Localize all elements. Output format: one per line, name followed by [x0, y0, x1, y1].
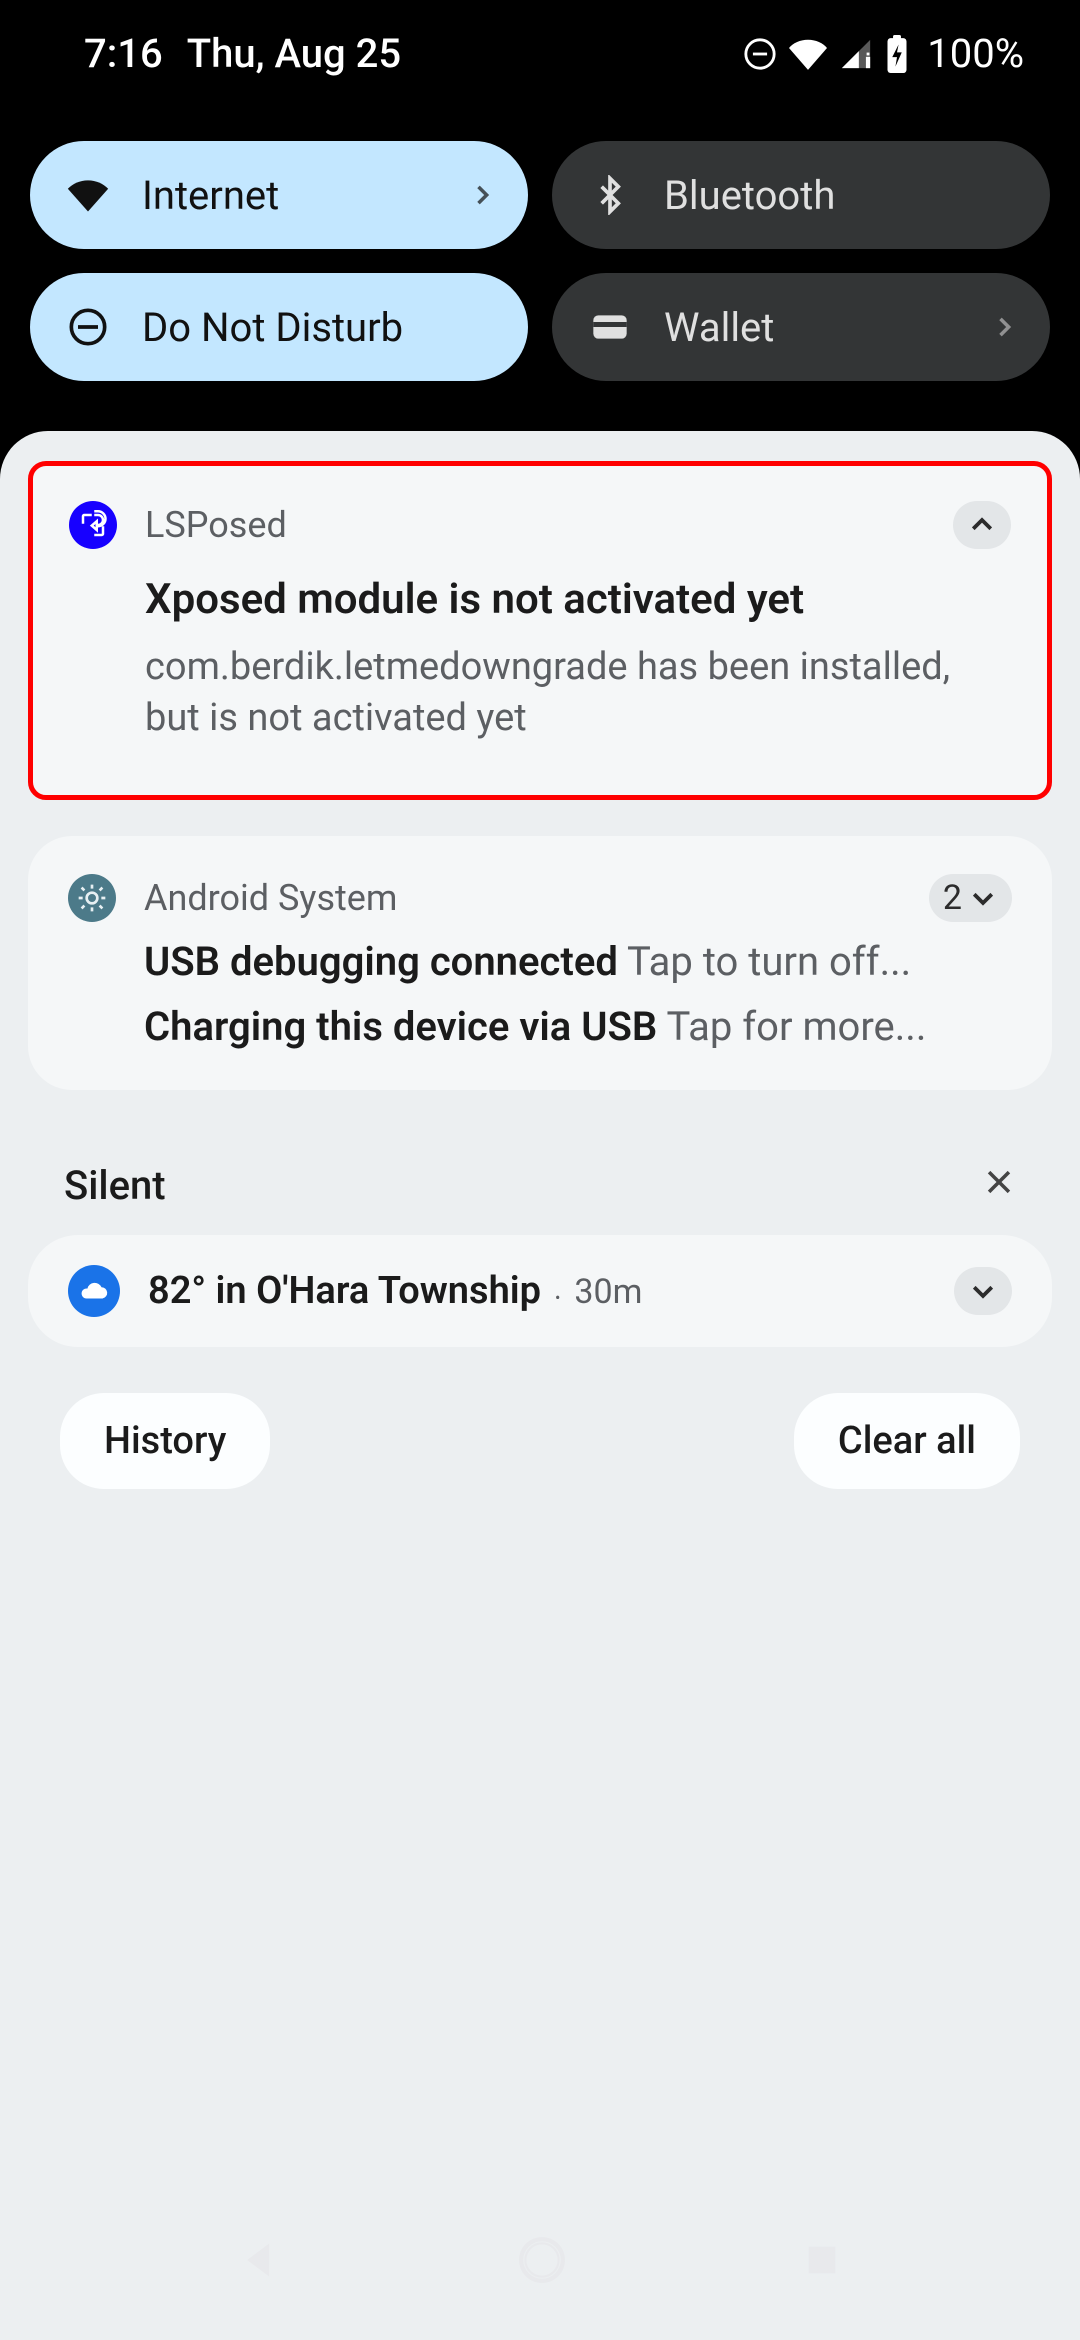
expand-toggle[interactable]: 2 [929, 874, 1012, 922]
qs-wallet-label: Wallet [664, 304, 774, 351]
silent-label: Silent [64, 1162, 166, 1209]
nav-back-button[interactable] [238, 2238, 282, 2282]
qs-dnd-label: Do Not Disturb [142, 304, 403, 351]
collapse-toggle[interactable] [953, 501, 1011, 549]
qs-internet-tile[interactable]: Internet [30, 141, 528, 249]
battery-percent: 100% [927, 30, 1024, 77]
notification-app-name: Android System [144, 877, 397, 919]
dismiss-silent-button[interactable] [982, 1162, 1016, 1209]
nav-home-button[interactable] [517, 2235, 567, 2285]
dnd-icon [66, 307, 110, 347]
qs-bluetooth-tile[interactable]: Bluetooth [552, 141, 1050, 249]
notification-line-1: USB debugging connected Tap to turn off.… [68, 938, 1012, 985]
status-bar: 7:16 Thu, Aug 25 100% [0, 0, 1080, 105]
qs-wallet-tile[interactable]: Wallet [552, 273, 1050, 381]
qs-dnd-tile[interactable]: Do Not Disturb [30, 273, 528, 381]
notification-group-count: 2 [943, 878, 962, 918]
wifi-icon [66, 173, 110, 217]
expand-toggle[interactable] [954, 1267, 1012, 1315]
qs-internet-label: Internet [142, 172, 279, 219]
weather-age: 30m [574, 1272, 642, 1312]
notification-title: Xposed module is not activated yet [69, 575, 1011, 624]
chevron-right-icon [990, 304, 1018, 351]
signal-status-icon [839, 37, 873, 71]
notification-line-2: Charging this device via USB Tap for mor… [68, 1003, 1012, 1050]
panel-actions: History Clear all [28, 1347, 1052, 1489]
notification-android-system[interactable]: Android System 2 USB debugging connected… [28, 836, 1052, 1090]
history-button[interactable]: History [60, 1393, 270, 1489]
battery-status-icon [885, 35, 909, 73]
notification-body: com.berdik.letmedowngrade has been insta… [69, 642, 1011, 745]
wifi-status-icon [789, 35, 827, 73]
weather-text: 82° in O'Hara Township [148, 1269, 541, 1313]
chevron-right-icon [468, 172, 496, 219]
status-icons: 100% [743, 30, 1024, 77]
bluetooth-icon [588, 175, 632, 215]
notification-app-name: LSPosed [145, 504, 287, 546]
qs-bluetooth-label: Bluetooth [664, 172, 835, 219]
status-date: Thu, Aug 25 [187, 30, 401, 77]
dnd-status-icon [743, 37, 777, 71]
quick-settings: Internet Bluetooth Do Not Disturb Wallet [0, 105, 1080, 431]
notification-weather[interactable]: 82° in O'Hara Township • 30m [28, 1235, 1052, 1347]
status-clock: 7:16 [84, 30, 163, 77]
wallet-icon [588, 307, 632, 347]
navigation-bar [0, 2180, 1080, 2340]
notification-panel: LSPosed Xposed module is not activated y… [0, 431, 1080, 2340]
lsposed-app-icon [69, 501, 117, 549]
clear-all-button[interactable]: Clear all [794, 1393, 1020, 1489]
notification-lsposed[interactable]: LSPosed Xposed module is not activated y… [28, 461, 1052, 800]
silent-section-header: Silent [28, 1126, 1052, 1235]
android-system-app-icon [68, 874, 116, 922]
weather-cloud-icon [68, 1265, 120, 1317]
nav-recents-button[interactable] [802, 2240, 842, 2280]
